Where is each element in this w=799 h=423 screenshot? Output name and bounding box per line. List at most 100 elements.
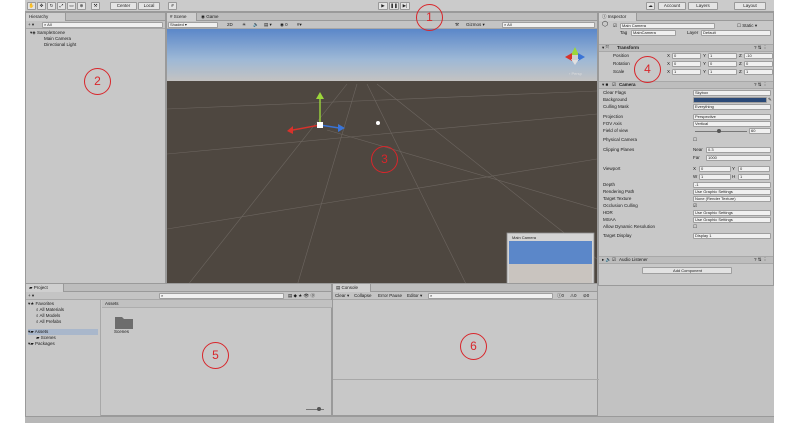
- camera-header[interactable]: ▾ ■ ☑ Camera ? ⇅ ⋮: [599, 81, 773, 89]
- console-search-input[interactable]: ⌕: [428, 293, 553, 299]
- audio-listener-header[interactable]: ▸ 🔈 ☑ Audio Listener ? ⇅ ⋮: [599, 256, 773, 264]
- error-count-toggle[interactable]: ⊘0: [583, 293, 589, 299]
- tag-dropdown[interactable]: MainCamera: [631, 30, 676, 36]
- pause-button[interactable]: ❚❚: [389, 2, 399, 10]
- physical-camera-checkbox[interactable]: ☐: [693, 137, 697, 143]
- layers-dropdown[interactable]: Layers: [688, 2, 718, 10]
- hidden-objects-toggle[interactable]: ◉ 0: [280, 22, 288, 28]
- audio-enabled-checkbox[interactable]: ☑: [612, 257, 616, 263]
- tab-hierarchy[interactable]: Hierarchy: [26, 13, 66, 21]
- object-name-field[interactable]: Main Camera: [620, 23, 715, 29]
- clear-flags-field[interactable]: Skybox: [693, 90, 771, 96]
- warning-count-toggle[interactable]: ⚠0: [570, 293, 577, 299]
- near-field[interactable]: 0.3: [706, 147, 771, 153]
- eyedropper-icon[interactable]: ✎: [768, 97, 772, 103]
- persp-label[interactable]: ‹ Persp: [569, 71, 583, 76]
- collapse-toggle[interactable]: Collapse: [354, 293, 372, 299]
- viewport-vy-field[interactable]: 0: [738, 166, 770, 172]
- transform-x-field[interactable]: 1: [672, 69, 701, 75]
- rotate-tool-button[interactable]: ↻: [47, 2, 56, 10]
- transform-y-field[interactable]: 1: [708, 69, 737, 75]
- far-field[interactable]: 1000: [706, 155, 771, 161]
- camera-enabled-checkbox[interactable]: ☑: [612, 82, 616, 88]
- shading-mode-dropdown[interactable]: Shaded ▾: [168, 22, 218, 28]
- fov-slider[interactable]: [695, 131, 747, 132]
- fov-value-field[interactable]: 60: [749, 128, 771, 134]
- account-dropdown[interactable]: Account: [658, 2, 686, 10]
- effects-toggle[interactable]: ▤ ▾: [264, 22, 272, 28]
- collab-button[interactable]: ☁: [646, 2, 655, 10]
- rendering-path-field[interactable]: Use Graphic Settings: [693, 189, 771, 195]
- 2d-toggle[interactable]: 2D: [227, 22, 233, 28]
- hdr-field[interactable]: Use Graphic Settings: [693, 210, 771, 216]
- transform-z-field[interactable]: 1: [744, 69, 773, 75]
- static-toggle[interactable]: ☐ Static ▾: [737, 23, 757, 29]
- create-dropdown[interactable]: + ▾: [28, 22, 34, 28]
- grid-toggle[interactable]: #▾: [297, 22, 302, 28]
- active-checkbox[interactable]: ☑: [613, 23, 617, 29]
- assets-header[interactable]: Assets: [105, 301, 119, 307]
- target-texture-field[interactable]: None (Render Texture): [693, 196, 771, 202]
- move-tool-button[interactable]: ✥: [37, 2, 46, 10]
- viewport-vw-field[interactable]: 1: [699, 174, 731, 180]
- depth-field[interactable]: -1: [693, 182, 771, 188]
- project-tree-item[interactable]: ⌕ All Prefabs: [36, 319, 98, 325]
- tab-game[interactable]: ◉ Game: [198, 13, 228, 21]
- culling-mask-field[interactable]: Everything: [693, 104, 771, 110]
- play-button[interactable]: ▶: [378, 2, 388, 10]
- occlusion-checkbox[interactable]: ☑: [693, 203, 697, 209]
- viewport-vx-field[interactable]: 0: [699, 166, 731, 172]
- error-pause-toggle[interactable]: Error Pause: [378, 293, 402, 299]
- background-color-swatch[interactable]: [693, 97, 767, 103]
- msaa-field[interactable]: Use Graphic Settings: [693, 217, 771, 223]
- component-menu-icon[interactable]: ? ⇅ ⋮: [754, 257, 767, 263]
- projection-field[interactable]: Perspective: [693, 114, 771, 120]
- lighting-toggle[interactable]: ☀: [242, 22, 246, 28]
- grid-snap-button[interactable]: #: [168, 2, 177, 10]
- add-component-button[interactable]: Add Component: [642, 267, 732, 274]
- target-display-field[interactable]: Display 1: [693, 233, 771, 239]
- step-button[interactable]: ▶|: [400, 2, 410, 10]
- zoom-slider-handle[interactable]: [317, 407, 321, 411]
- component-menu-icon[interactable]: ? ⇅ ⋮: [754, 45, 767, 51]
- scenes-folder[interactable]: Scenes: [112, 315, 136, 335]
- component-menu-icon[interactable]: ? ⇅ ⋮: [754, 82, 767, 88]
- transform-x-field[interactable]: 0: [672, 61, 701, 67]
- tab-console[interactable]: ▤ Console: [333, 284, 371, 292]
- tab-project[interactable]: ▰ Project: [26, 284, 64, 292]
- log-count-toggle[interactable]: ⓘ0: [557, 293, 564, 299]
- light-gizmo-icon[interactable]: [376, 121, 380, 125]
- dynamic-res-checkbox[interactable]: ☐: [693, 224, 697, 230]
- project-search-input[interactable]: ⌕: [159, 293, 284, 299]
- project-tree-item[interactable]: ▾▰ Packages: [28, 341, 98, 347]
- pivot-mode-button[interactable]: Center: [110, 2, 137, 10]
- viewport-vh-field[interactable]: 1: [738, 174, 770, 180]
- transform-x-field[interactable]: 0: [672, 53, 701, 59]
- layout-dropdown[interactable]: Layout: [734, 2, 766, 10]
- clear-button[interactable]: Clear ▾: [335, 293, 349, 299]
- tab-inspector[interactable]: ⓘ Inspector: [599, 13, 637, 21]
- transform-tool-button[interactable]: ⊕: [77, 2, 86, 10]
- gizmos-dropdown[interactable]: Gizmos ▾: [466, 22, 485, 28]
- pivot-rotation-button[interactable]: Local: [138, 2, 160, 10]
- transform-y-field[interactable]: 0: [708, 61, 737, 67]
- layer-dropdown[interactable]: Default: [701, 30, 771, 36]
- project-create-dropdown[interactable]: + ▾: [28, 293, 34, 299]
- scale-tool-button[interactable]: ⤢: [57, 2, 66, 10]
- console-divider[interactable]: [333, 379, 599, 380]
- transform-z-field[interactable]: -10: [744, 53, 773, 59]
- hierarchy-search-input[interactable]: ⌕ All: [42, 22, 163, 28]
- project-filter-icons[interactable]: ▤ ◆ ★ 👁 ⓪: [288, 293, 315, 299]
- fov-axis-field[interactable]: Vertical: [693, 121, 771, 127]
- transform-y-field[interactable]: 1: [708, 53, 737, 59]
- scene-tools-button[interactable]: ⚒: [455, 22, 459, 28]
- tab-scene[interactable]: # Scene: [167, 13, 197, 21]
- fov-slider-handle[interactable]: [717, 129, 721, 133]
- editor-dropdown[interactable]: Editor ▾: [407, 293, 422, 299]
- rect-tool-button[interactable]: ▭: [67, 2, 76, 10]
- hand-tool-button[interactable]: ✋: [27, 2, 36, 10]
- transform-z-field[interactable]: 0: [744, 61, 773, 67]
- hierarchy-item[interactable]: Directional Light: [44, 42, 76, 48]
- audio-toggle[interactable]: 🔈: [253, 22, 259, 28]
- transform-header[interactable]: ▾ ⤧ Transform ? ⇅ ⋮: [599, 44, 773, 52]
